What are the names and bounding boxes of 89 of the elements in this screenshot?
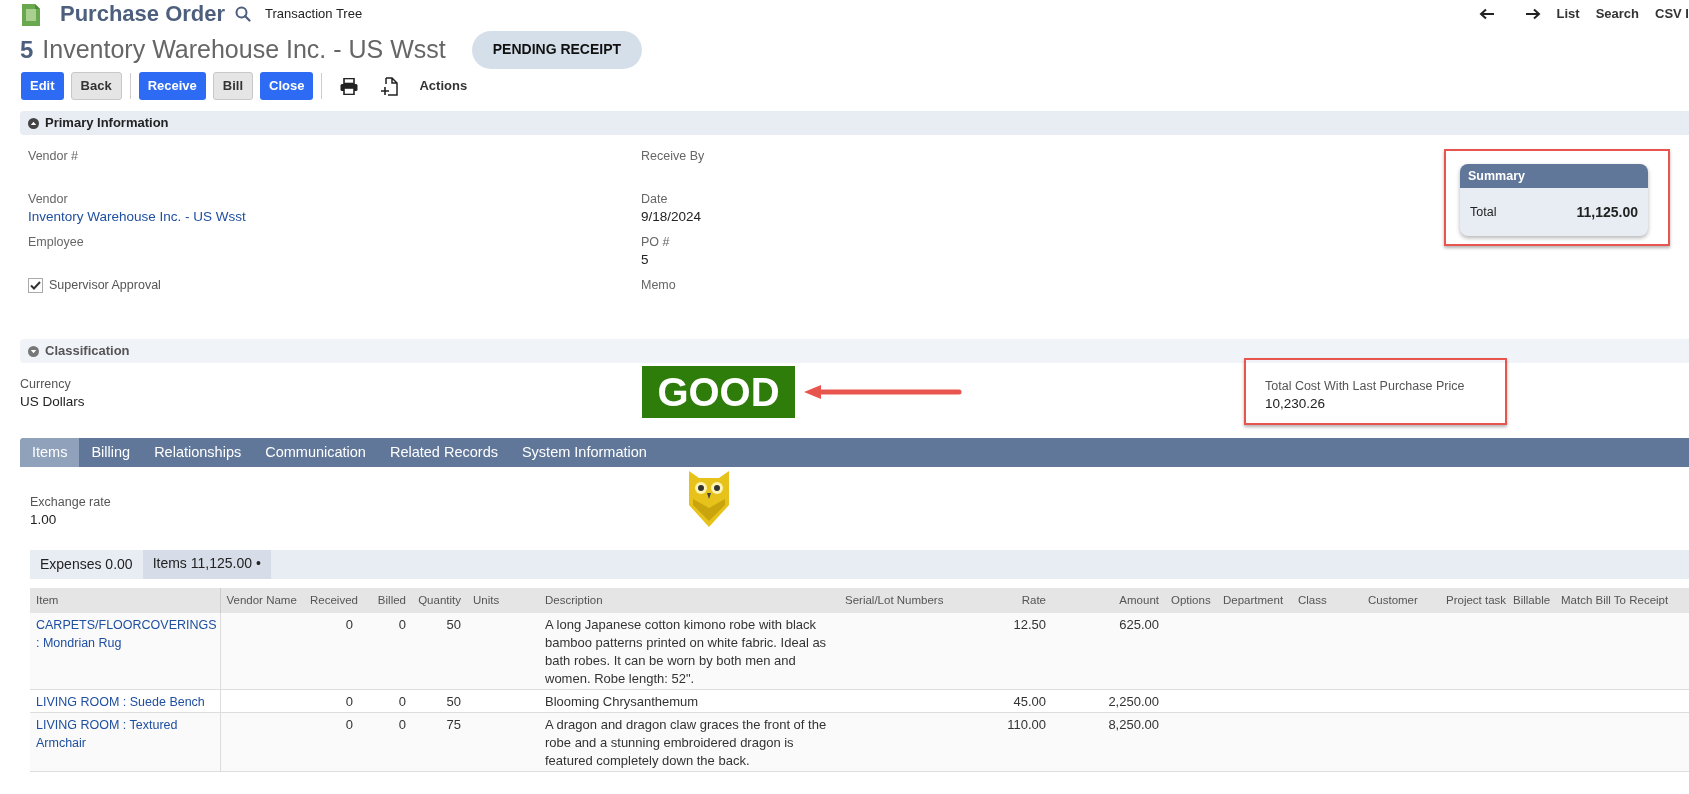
field-label: Currency — [20, 376, 71, 393]
section-header[interactable]: Classification — [20, 339, 1689, 363]
transaction-tree-link[interactable]: Transaction Tree — [265, 4, 363, 24]
column-header[interactable]: Class — [1292, 588, 1362, 613]
print-icon — [340, 77, 359, 95]
table-cell: 50 — [446, 694, 461, 709]
field-label: Receive By — [641, 148, 705, 165]
column-header[interactable]: Match Bill To Receipt — [1555, 588, 1689, 613]
back-arrow-icon — [1478, 8, 1495, 20]
column-header[interactable]: Project task — [1440, 588, 1507, 613]
toolbar-button[interactable]: Back — [70, 72, 122, 100]
table-cell: 0 — [398, 717, 406, 732]
field-label: Employee — [28, 234, 84, 251]
record-number: 5 — [20, 34, 34, 65]
table-cell: 2,250.00 — [1108, 694, 1159, 709]
column-header[interactable]: Rate — [987, 588, 1052, 613]
field-label: Total Cost With Last Purchase Price — [1265, 378, 1465, 395]
field-value: 10,230.26 — [1265, 395, 1326, 413]
nav-link[interactable]: Search — [1595, 4, 1640, 24]
table-cell: Blooming Chrysanthemum — [545, 694, 699, 709]
item-link[interactable]: CARPETS/FLOORCOVERINGS : Mondrian Rug — [36, 616, 218, 652]
table-cell: 12.50 — [1013, 617, 1046, 632]
field-label: Vendor # — [28, 148, 79, 165]
column-header[interactable]: Description — [539, 588, 839, 613]
page-title: Purchase Order — [60, 3, 226, 25]
toolbar-button[interactable]: Close — [260, 72, 314, 100]
vendor-link[interactable]: Inventory Warehouse Inc. - US Wsst — [28, 208, 246, 226]
section-header[interactable]: Primary Information — [20, 111, 1689, 135]
field-value: 9/18/2024 — [641, 208, 702, 226]
column-header[interactable]: Received — [304, 588, 359, 613]
item-link[interactable]: LIVING ROOM : Textured Armchair — [36, 716, 218, 752]
table-cell: 110.00 — [1007, 717, 1046, 732]
nav-link[interactable]: CSV I — [1655, 4, 1689, 24]
column-header[interactable]: Item — [30, 588, 220, 613]
toolbar-button[interactable]: Receive — [138, 72, 206, 100]
tab[interactable]: Communication — [253, 438, 378, 467]
nav-link[interactable]: List — [1556, 4, 1580, 24]
table-cell: A dragon and dragon claw graces the front of the robe and a stunning embroidered dragon is featured completely down the back. — [545, 717, 827, 768]
column-header[interactable]: Amount — [1052, 588, 1165, 613]
table-cell: 0 — [398, 617, 406, 632]
column-header[interactable]: Serial/Lot Numbers — [839, 588, 987, 613]
field-label: Supervisor Approval — [49, 276, 161, 294]
table-cell: 0 — [345, 617, 353, 632]
table-cell: 0 — [345, 717, 353, 732]
forward-arrow-icon — [1524, 8, 1541, 20]
field-value: 1.00 — [30, 511, 57, 529]
summary-total: 11,125.00 — [1576, 203, 1638, 222]
column-header[interactable]: Billed — [359, 588, 412, 613]
column-header[interactable]: Quantity — [412, 588, 467, 613]
document-icon — [22, 2, 40, 26]
table-cell: 8,250.00 — [1108, 717, 1159, 732]
column-header[interactable]: Billable — [1507, 588, 1555, 613]
status-banner: GOOD — [642, 366, 795, 418]
record-title: Inventory Warehouse Inc. - US Wsst — [42, 33, 446, 65]
field-value: 5 — [641, 251, 649, 269]
table-cell: 50 — [446, 617, 461, 632]
field-label: PO # — [641, 234, 670, 251]
subtab[interactable]: Items 11,125.00 • — [142, 550, 271, 579]
column-header[interactable]: Department — [1217, 588, 1292, 613]
tab[interactable]: Relationships — [142, 438, 254, 467]
summary-label: Total — [1470, 204, 1497, 222]
field-label: Exchange rate — [30, 494, 111, 511]
table-cell: 45.00 — [1013, 694, 1046, 709]
field-label: Vendor — [28, 191, 68, 208]
column-header[interactable]: Customer — [1362, 588, 1440, 613]
status-badge: PENDING RECEIPT — [471, 30, 643, 69]
column-header[interactable]: Units — [467, 588, 539, 613]
toolbar-button[interactable]: Edit — [21, 72, 64, 100]
summary-title: Summary — [1460, 164, 1648, 188]
column-header[interactable]: Vendor Name — [220, 588, 304, 613]
owl-icon — [688, 469, 730, 528]
item-link[interactable]: LIVING ROOM : Suede Bench — [36, 693, 218, 711]
actions-menu[interactable]: Actions — [419, 76, 468, 96]
add-document-icon — [381, 76, 399, 96]
field-label: Memo — [641, 277, 676, 294]
tab[interactable]: Billing — [79, 438, 143, 467]
toolbar-button[interactable]: Bill — [212, 72, 254, 100]
tab[interactable]: Related Records — [377, 438, 510, 467]
checkbox[interactable] — [28, 277, 43, 293]
table-cell: 0 — [398, 694, 406, 709]
table-cell: 75 — [446, 717, 461, 732]
table-cell: A long Japanese cotton kimono robe with black bamboo patterns printed on white fabric. Ideal as bath robes. It can be worn by both men and women. Robe length: 52". — [545, 617, 827, 686]
table-cell: 625.00 — [1119, 617, 1159, 632]
tab[interactable]: System Information — [509, 438, 659, 467]
field-label: Date — [641, 191, 668, 208]
search-icon — [235, 6, 252, 22]
column-header[interactable]: Options — [1165, 588, 1217, 613]
table-cell: 0 — [345, 694, 353, 709]
field-value: US Dollars — [20, 393, 85, 411]
